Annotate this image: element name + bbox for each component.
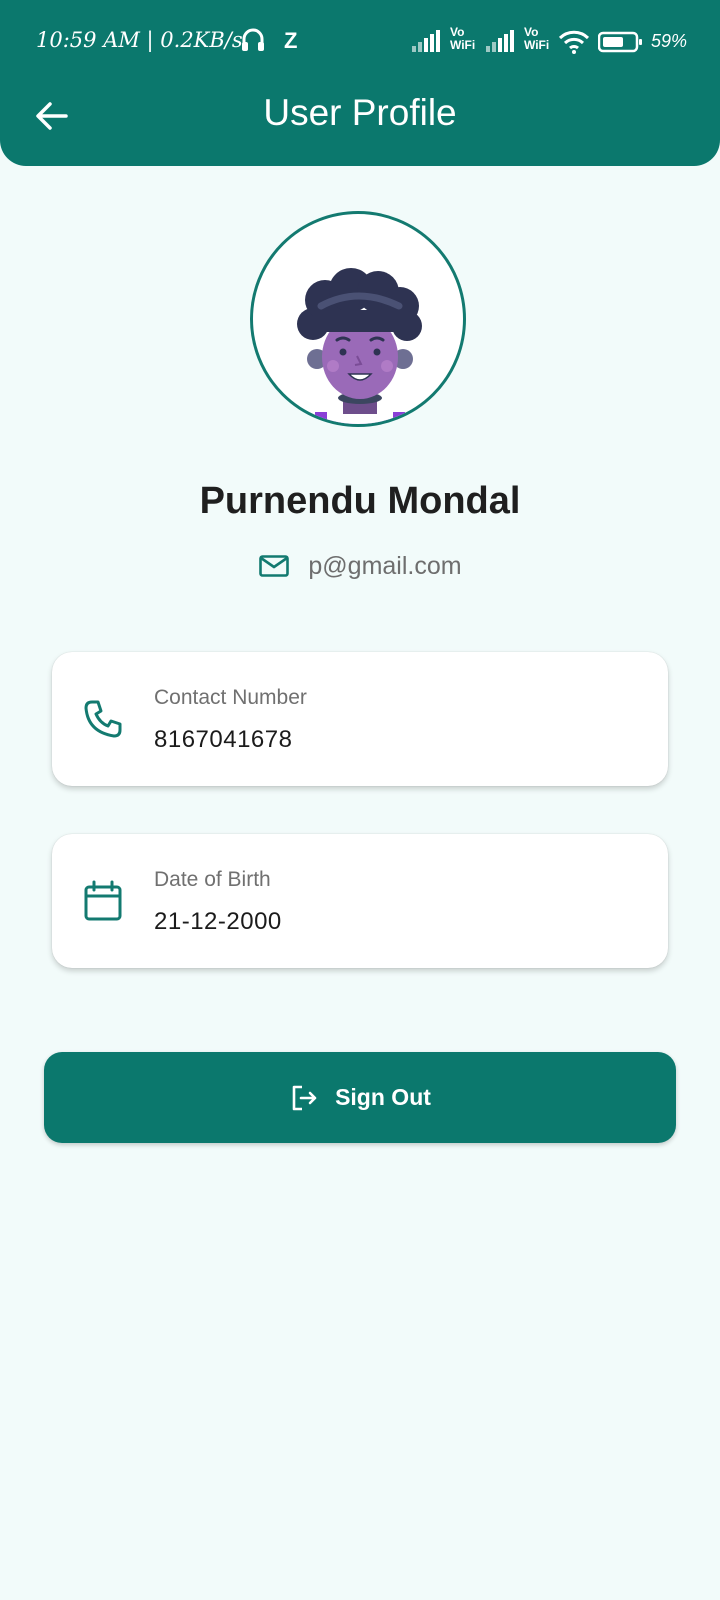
status-time: 10:59 AM | 0.2KB/s (36, 28, 243, 52)
battery-icon (597, 31, 644, 58)
sign-out-label: Sign Out (335, 1084, 431, 1110)
phone-icon (84, 700, 122, 738)
vowifi-text-2: Vo WiFi (524, 25, 550, 52)
date-of-birth-label: Date of Birth (154, 868, 271, 891)
date-of-birth-card: Date of Birth 21-12-2000 (52, 834, 668, 968)
page-title: User Profile (263, 92, 457, 133)
calendar-icon (84, 880, 122, 921)
status-bar: 10:59 AM | 0.2KB/s Z Vo WiFi Vo WiFi 59% (0, 0, 720, 80)
contact-number-card: Contact Number 8167041678 (52, 652, 668, 786)
signal-icon (412, 30, 446, 57)
user-name: Purnendu Mondal (199, 480, 521, 522)
mail-icon (259, 555, 290, 577)
date-of-birth-value: 21-12-2000 (154, 908, 282, 935)
user-email: p@gmail.com (308, 551, 462, 580)
vowifi-label-1: Vo WiFi (450, 26, 475, 52)
battery-percent: 59% (651, 31, 688, 51)
signal-icon-2 (486, 30, 520, 57)
contact-number-label: Contact Number (154, 686, 307, 709)
avatar-illustration (297, 268, 422, 424)
logout-icon (292, 1085, 317, 1110)
app-header: 10:59 AM | 0.2KB/s Z Vo WiFi Vo WiFi 59%… (0, 0, 720, 166)
vowifi-label-2: Vo WiFi (524, 26, 549, 52)
email-row: p@gmail.com (0, 550, 720, 582)
contact-number-value: 8167041678 (154, 726, 293, 753)
wifi-icon (558, 30, 590, 59)
status-app-glyph: Z (284, 28, 298, 53)
avatar (250, 211, 466, 427)
sign-out-button[interactable]: Sign Out (44, 1052, 676, 1143)
headset-icon (240, 26, 266, 59)
vowifi-text-1: Vo WiFi (450, 25, 476, 52)
